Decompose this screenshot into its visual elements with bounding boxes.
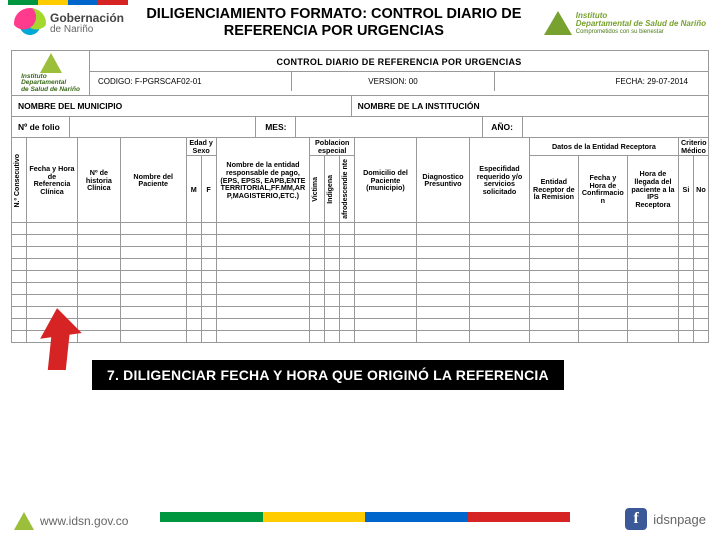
facebook-icon: f bbox=[625, 508, 647, 530]
footer-page: idsnpage bbox=[653, 512, 706, 527]
table-row bbox=[12, 319, 709, 331]
col-criterio: Criterio Médico bbox=[678, 138, 708, 156]
idsn-tag: Comprometidos con su bienestar bbox=[576, 29, 664, 35]
footer-url: www.idsn.gov.co bbox=[40, 514, 128, 528]
label-ano: AÑO: bbox=[483, 117, 523, 137]
table-row bbox=[12, 307, 709, 319]
step-caption: 7. DILIGENCIAR FECHA Y HORA QUE ORIGINÓ … bbox=[92, 360, 564, 390]
table-row bbox=[12, 331, 709, 343]
table-row bbox=[12, 235, 709, 247]
idsn-line2: Departamental de Salud de Nariño bbox=[576, 19, 706, 28]
slide-title: DILIGENCIAMIENTO FORMATO: CONTROL DIARIO… bbox=[134, 6, 534, 41]
table-row bbox=[12, 271, 709, 283]
form-table: N.º Consecutivo Fecha y Hora de Referenc… bbox=[11, 138, 709, 343]
label-mes: MES: bbox=[256, 117, 296, 137]
heart-icon bbox=[14, 8, 46, 38]
table-body bbox=[12, 223, 709, 343]
gob-label: Gobernación bbox=[50, 11, 124, 25]
field-institucion[interactable] bbox=[486, 96, 708, 116]
col-afro: afrodescendie nte bbox=[342, 157, 349, 221]
triangle-icon bbox=[14, 512, 34, 530]
col-entidad-rec: Entidad Receptor de la Remision bbox=[529, 156, 578, 223]
col-fecha-ref: Fecha y Hora de Referencia Clínica bbox=[26, 138, 77, 223]
table-row bbox=[12, 223, 709, 235]
sheet-logo: InstitutoDepartamentalde Salud de Nariño bbox=[12, 51, 90, 96]
col-diagnostico: Diagnostico Presuntivo bbox=[416, 138, 469, 223]
col-especifidad: Especifidad requerido y/o servicios soli… bbox=[470, 138, 530, 223]
col-datos-receptora: Datos de la Entidad Receptora bbox=[529, 138, 678, 156]
col-victima: Victima bbox=[312, 175, 319, 204]
field-mes[interactable] bbox=[296, 117, 482, 137]
col-paciente: Nombre del Paciente bbox=[120, 138, 186, 223]
col-entidad-pago: Nombre de la entidad responsable de pago… bbox=[216, 138, 310, 223]
col-si: Si bbox=[678, 156, 693, 223]
footer-color-bar bbox=[160, 512, 570, 522]
col-domicilio: Domicilio del Paciente (municipio) bbox=[355, 138, 417, 223]
col-m: M bbox=[186, 156, 201, 223]
label-folio: Nº de folio bbox=[12, 117, 70, 137]
form-sheet: InstitutoDepartamentalde Salud de Nariño… bbox=[10, 49, 710, 345]
meta-codigo: CODIGO: F-PGRSCAF02-01 bbox=[90, 72, 292, 91]
table-row bbox=[12, 259, 709, 271]
label-municipio: NOMBRE DEL MUNICIPIO bbox=[12, 96, 128, 116]
col-poblacion: Poblacion especial bbox=[310, 138, 355, 156]
idsn-logo: Instituto Departamental de Salud de Nari… bbox=[544, 11, 706, 35]
slide-footer: www.idsn.gov.co f idsnpage bbox=[0, 494, 720, 540]
slide-header: Gobernación de Nariño DILIGENCIAMIENTO F… bbox=[0, 0, 720, 45]
col-edad-sexo: Edad y Sexo bbox=[186, 138, 216, 156]
meta-version: VERSION: 00 bbox=[292, 72, 494, 91]
gobernacion-logo: Gobernación de Nariño bbox=[14, 8, 124, 38]
label-institucion: NOMBRE DE LA INSTITUCIÓN bbox=[352, 96, 486, 116]
col-hora-llegada: Hora de llegada del paciente a la IPS Re… bbox=[627, 156, 678, 223]
top-color-stripe bbox=[8, 0, 128, 5]
field-folio[interactable] bbox=[70, 117, 256, 137]
table-row bbox=[12, 283, 709, 295]
col-fecha-conf: Fecha y Hora de Confirmacio n bbox=[578, 156, 627, 223]
triangle-icon bbox=[544, 11, 572, 35]
col-historia: Nº de historia Clínica bbox=[78, 138, 121, 223]
field-municipio[interactable] bbox=[128, 96, 351, 116]
table-row bbox=[12, 295, 709, 307]
field-ano[interactable] bbox=[523, 117, 708, 137]
col-indigena: Indigena bbox=[327, 173, 334, 206]
col-f: F bbox=[201, 156, 216, 223]
form-heading: CONTROL DIARIO DE REFERENCIA POR URGENCI… bbox=[90, 51, 708, 72]
triangle-icon bbox=[40, 53, 62, 73]
col-no: No bbox=[693, 156, 708, 223]
gob-sub: de Nariño bbox=[50, 24, 93, 35]
table-row bbox=[12, 247, 709, 259]
meta-fecha: FECHA: 29-07-2014 bbox=[495, 72, 708, 91]
col-consecutivo: N.º Consecutivo bbox=[14, 152, 21, 210]
